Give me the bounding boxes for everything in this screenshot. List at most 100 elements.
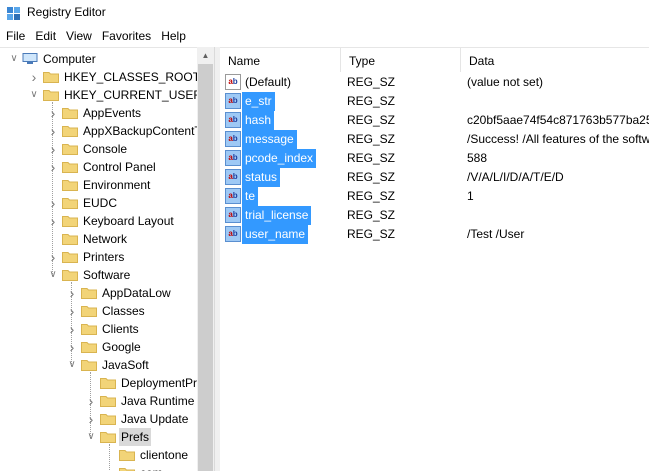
title-bar: Registry Editor: [0, 0, 649, 26]
tree-item[interactable]: › Control Panel: [0, 158, 197, 176]
chevron-right-icon[interactable]: ›: [66, 320, 78, 338]
tree-item[interactable]: › Printers: [0, 248, 197, 266]
folder-icon: [62, 180, 78, 191]
value-name-cell: ab pcode_index: [225, 149, 341, 168]
menu-favorites[interactable]: Favorites: [97, 26, 156, 47]
value-type: REG_SZ: [347, 113, 396, 127]
folder-icon: [62, 234, 78, 245]
chevron-right-icon[interactable]: ›: [47, 248, 59, 266]
tree-item[interactable]: ∨ Computer: [0, 50, 197, 68]
menu-help[interactable]: Help: [156, 26, 191, 47]
tree-item[interactable]: › Java Runtime E: [0, 392, 206, 410]
chevron-down-icon[interactable]: ∨: [8, 50, 20, 68]
chevron-down-icon[interactable]: ∨: [28, 86, 40, 104]
tree-item[interactable]: clientone: [0, 446, 197, 464]
tree-item[interactable]: › Classes: [0, 302, 197, 320]
tree-item[interactable]: ∨ Prefs: [0, 428, 197, 446]
tree-item-label: JavaSoft: [102, 358, 149, 372]
string-value-icon: ab: [225, 131, 241, 147]
tree-item[interactable]: Environment: [0, 176, 197, 194]
tree-item-label: EUDC: [83, 196, 118, 210]
value-data: /V/A/L/I/D/A/T/E/D: [467, 170, 564, 184]
list-item[interactable]: ab te REG_SZ 1: [220, 187, 649, 206]
tree-item[interactable]: ∨ Software: [0, 266, 197, 284]
list-item[interactable]: ab hash REG_SZ c20bf5aae74f54c871763b577ba2…: [220, 111, 649, 130]
chevron-right-icon[interactable]: ›: [47, 194, 59, 212]
chevron-right-icon[interactable]: ›: [28, 68, 40, 86]
tree-item-label: Google: [102, 340, 141, 354]
value-type: REG_SZ: [347, 208, 396, 222]
menu-bar: File Edit View Favorites Help: [0, 26, 649, 47]
tree-item-label: Printers: [83, 250, 125, 264]
value-data: c20bf5aae74f54c871763b577ba2550: [467, 113, 649, 127]
tree-item[interactable]: com: [0, 464, 197, 471]
string-value-icon: ab: [225, 188, 241, 204]
chevron-right-icon[interactable]: ›: [85, 410, 97, 428]
chevron-down-icon[interactable]: ∨: [47, 266, 59, 284]
list-item[interactable]: ab user_name REG_SZ/Test /User: [220, 225, 649, 244]
chevron-down-icon[interactable]: ∨: [66, 356, 78, 374]
tree-item[interactable]: › HKEY_CLASSES_ROOT: [0, 68, 200, 86]
tree-item-label: clientone: [140, 448, 189, 462]
scroll-thumb[interactable]: [198, 64, 213, 471]
tree-item-label: Java Runtime E: [121, 394, 206, 408]
column-header-type[interactable]: Type: [341, 48, 461, 72]
tree-item-label: AppEvents: [83, 106, 142, 120]
tree-item[interactable]: › AppDataLow: [0, 284, 197, 302]
tree-scrollbar[interactable]: ▲: [197, 47, 214, 471]
menu-file[interactable]: File: [0, 26, 30, 47]
tree-item-label: Control Panel: [83, 160, 156, 174]
tree-item[interactable]: ∨ JavaSoft: [0, 356, 197, 374]
folder-icon: [62, 270, 78, 281]
menu-edit[interactable]: Edit: [30, 26, 61, 47]
tree-item[interactable]: › Keyboard Layout: [0, 212, 197, 230]
tree-item-label: Console: [83, 142, 128, 156]
tree-item-label: Environment: [83, 178, 151, 192]
value-type: REG_SZ: [347, 75, 396, 89]
list-item[interactable]: ab e_str REG_SZ: [220, 92, 649, 111]
tree-item[interactable]: Network: [0, 230, 197, 248]
list-item[interactable]: ab trial_license REG_SZ: [220, 206, 649, 225]
tree-item[interactable]: › AppXBackupContentT: [0, 122, 202, 140]
value-name: message: [242, 130, 297, 149]
folder-icon: [43, 90, 59, 101]
tree-item[interactable]: › Console: [0, 140, 197, 158]
list-item[interactable]: ab pcode_index REG_SZ 588: [220, 149, 649, 168]
chevron-down-icon[interactable]: ∨: [85, 428, 97, 446]
chevron-right-icon[interactable]: ›: [66, 302, 78, 320]
chevron-right-icon[interactable]: ›: [47, 122, 59, 140]
value-name-cell: ab user_name: [225, 225, 341, 244]
tree-item[interactable]: › EUDC: [0, 194, 197, 212]
menu-view[interactable]: View: [61, 26, 97, 47]
tree-item[interactable]: › Java Update: [0, 410, 197, 428]
list-item[interactable]: ab status REG_SZ/V/A/L/I/D/A/T/E/D: [220, 168, 649, 187]
chevron-right-icon[interactable]: ›: [47, 158, 59, 176]
chevron-right-icon[interactable]: ›: [66, 284, 78, 302]
value-type: REG_SZ: [347, 132, 396, 146]
folder-icon: [81, 324, 97, 335]
column-header-data[interactable]: Data: [461, 48, 649, 72]
value-data: [467, 92, 649, 111]
tree-item[interactable]: › AppEvents: [0, 104, 197, 122]
scroll-up-arrow-icon[interactable]: ▲: [197, 47, 214, 64]
column-header-name[interactable]: Name: [220, 48, 341, 72]
tree-item-label: Keyboard Layout: [83, 214, 174, 228]
tree-item[interactable]: ∨ HKEY_CURRENT_USER: [0, 86, 202, 104]
tree-item-label: Network: [83, 232, 128, 246]
list-item[interactable]: ab message REG_SZ/Success! /All features o…: [220, 130, 649, 149]
value-data: 1: [467, 189, 474, 203]
list-item[interactable]: ab (Default) REG_SZ (value not set): [220, 73, 649, 92]
chevron-right-icon[interactable]: ›: [47, 212, 59, 230]
value-data: [467, 206, 649, 225]
tree-item[interactable]: DeploymentPr: [0, 374, 197, 392]
chevron-right-icon[interactable]: ›: [47, 104, 59, 122]
tree-item[interactable]: › Google: [0, 338, 197, 356]
value-name: e_str: [242, 92, 275, 111]
tree-item[interactable]: › Clients: [0, 320, 197, 338]
chevron-right-icon[interactable]: ›: [66, 338, 78, 356]
chevron-right-icon[interactable]: ›: [47, 140, 59, 158]
value-data: /Success! /All features of the softw: [467, 132, 649, 146]
folder-icon: [100, 378, 116, 389]
registry-tree[interactable]: ∨ Computer › HKEY_CLASSES_ROOT ∨ HKEY_CURRENT…: [0, 47, 214, 471]
chevron-right-icon[interactable]: ›: [85, 392, 97, 410]
